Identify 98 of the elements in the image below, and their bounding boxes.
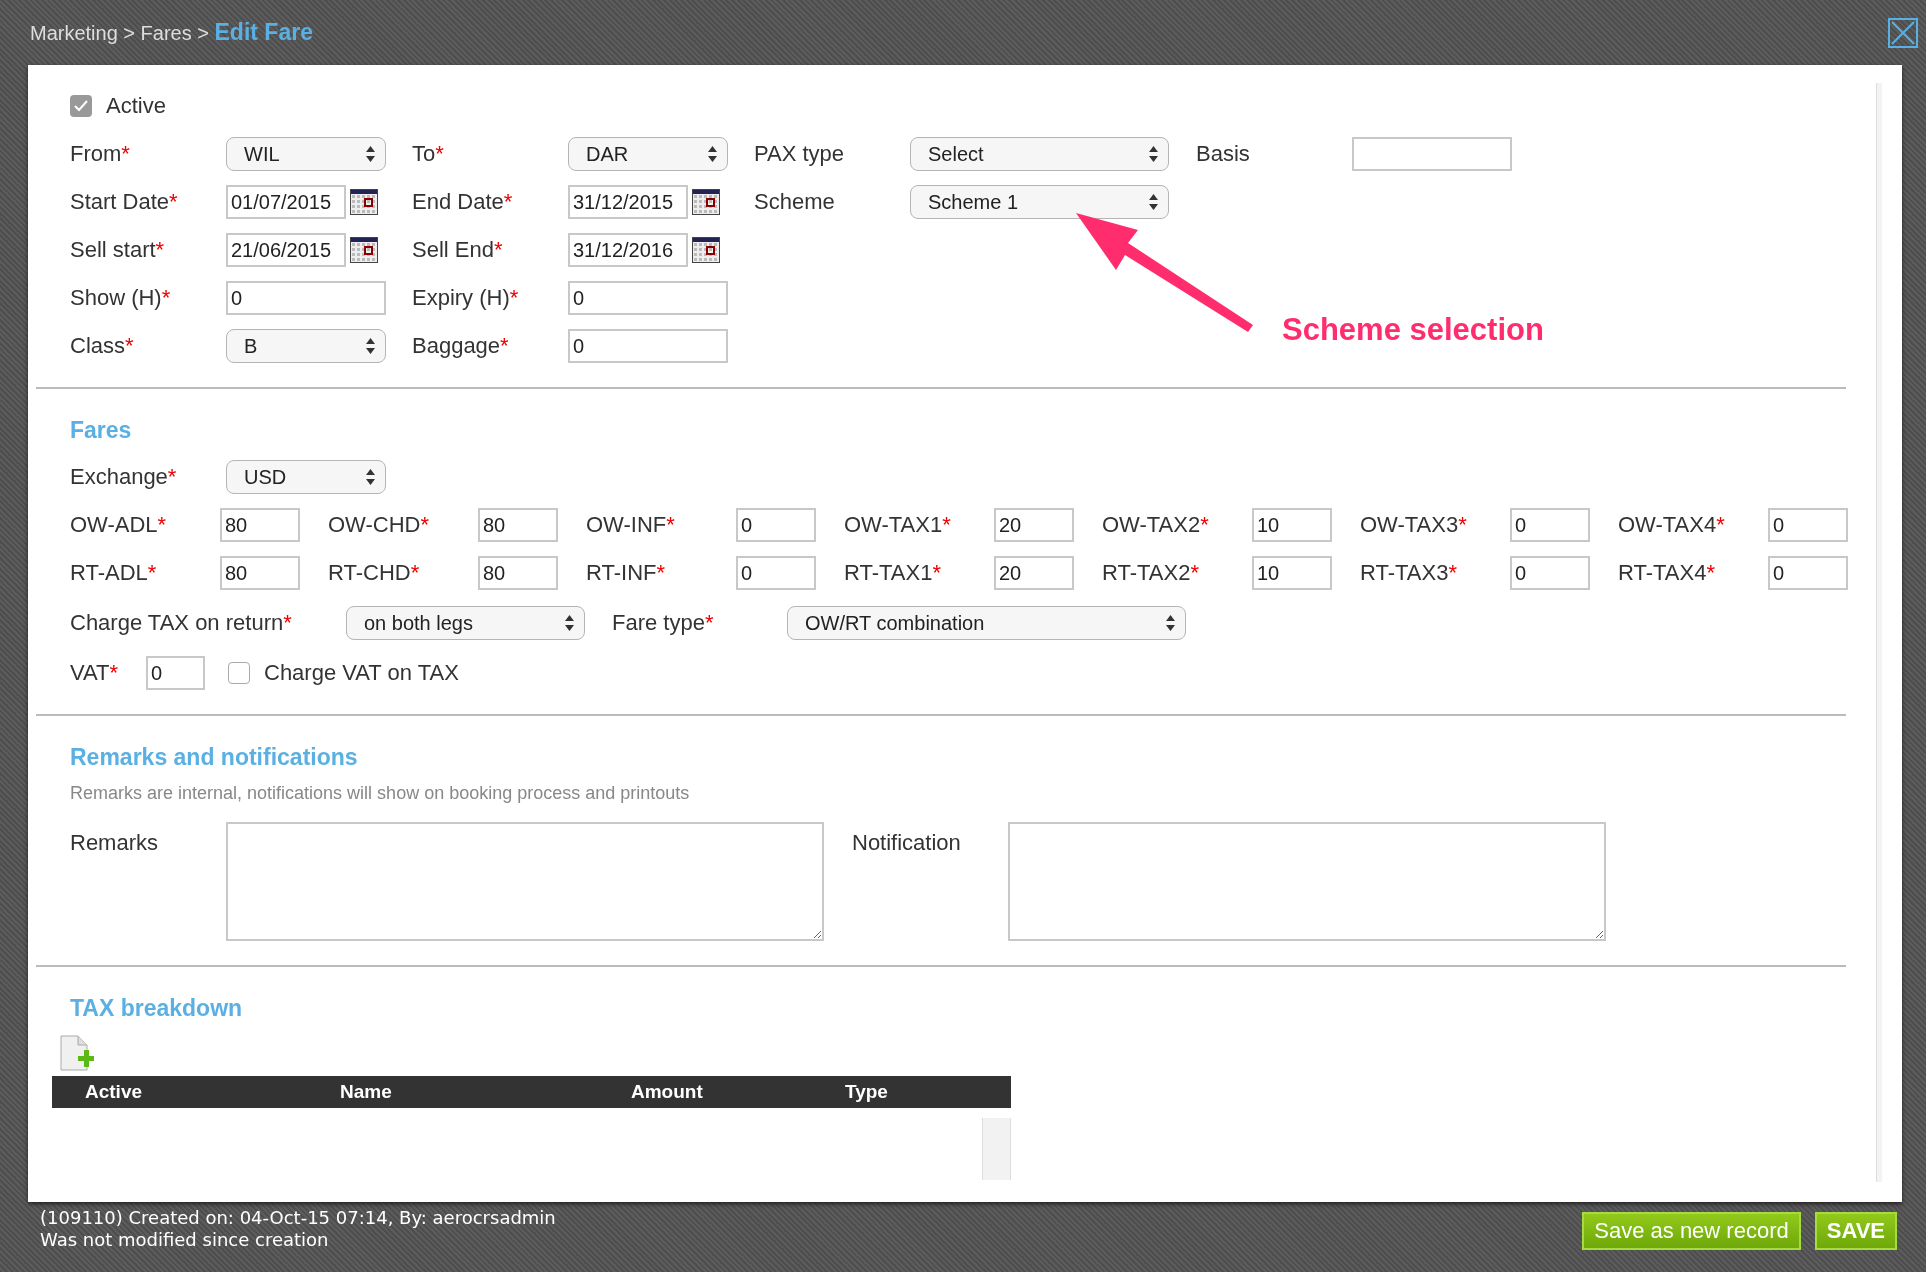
field-label: To*: [412, 141, 445, 167]
field-label: Sell start*: [70, 237, 166, 263]
select-field[interactable]: B: [226, 329, 386, 363]
text-field[interactable]: 0: [568, 329, 728, 363]
select-arrows-icon: [1166, 615, 1175, 631]
field-label: Exchange*: [70, 464, 177, 489]
select-field[interactable]: on both legs: [346, 606, 585, 640]
select-arrows-icon: [366, 146, 375, 162]
field-label: OW-TAX4*: [1618, 512, 1726, 538]
field-label: OW-TAX3*: [1360, 512, 1468, 538]
field-label: OW-TAX2*: [1102, 512, 1210, 538]
calendar-icon[interactable]: [350, 237, 378, 263]
field-label: OW-TAX1*: [844, 512, 952, 538]
section-heading: Fares: [70, 417, 133, 444]
field-label: OW-ADL*: [70, 512, 168, 538]
date-field[interactable]: 01/07/2015: [226, 185, 346, 219]
column-header: Amount: [630, 1081, 704, 1103]
column-header: Active: [84, 1081, 144, 1103]
text-field[interactable]: 0: [1768, 508, 1848, 542]
field-label: Notification: [852, 830, 962, 856]
record-info: Was not modified since creation: [40, 1229, 330, 1251]
field-label: RT-TAX2*: [1102, 560, 1200, 586]
field-label: RT-INF*: [586, 560, 667, 586]
field-label: From*: [70, 141, 131, 167]
section-description: Remarks are internal, notifications will show on booking process and printouts: [70, 783, 691, 804]
checkbox-label: Active: [106, 93, 166, 119]
field-label: RT-TAX3*: [1360, 560, 1458, 586]
select-arrows-icon: [1149, 194, 1158, 210]
text-field[interactable]: 0: [1510, 556, 1590, 590]
field-label: Start Date*: [70, 189, 179, 215]
text-field[interactable]: 0: [146, 656, 205, 690]
field-label: Expiry (H)*: [412, 285, 520, 311]
select-arrows-icon: [366, 338, 375, 354]
remarks-field[interactable]: [226, 822, 824, 941]
field-label: PAX type: [754, 141, 846, 167]
field-label: RT-TAX4*: [1618, 560, 1716, 586]
column-header: Type: [844, 1081, 889, 1103]
record-info: (109110) Created on: 04-Oct-15 07:14, By: aerocrsadmin: [40, 1207, 556, 1229]
checkbox[interactable]: [70, 95, 92, 117]
select-arrows-icon: [565, 615, 574, 631]
calendar-icon[interactable]: [692, 237, 720, 263]
text-field[interactable]: 10: [1252, 508, 1332, 542]
annotation-text: Scheme selection: [1282, 312, 1544, 348]
text-field[interactable]: 10: [1252, 556, 1332, 590]
calendar-icon[interactable]: [350, 189, 378, 215]
select-arrows-icon: [366, 469, 375, 485]
text-field[interactable]: 20: [994, 556, 1074, 590]
notification-field[interactable]: [1008, 822, 1606, 941]
select-arrows-icon: [1149, 146, 1158, 162]
field-label: OW-CHD*: [328, 512, 431, 538]
field-label: Scheme: [754, 189, 836, 215]
field-label: Charge TAX on return*: [70, 610, 292, 635]
text-field[interactable]: 0: [736, 508, 816, 542]
text-field[interactable]: 80: [478, 556, 558, 590]
select-arrows-icon: [708, 146, 717, 162]
field-label: OW-INF*: [586, 512, 676, 538]
field-label: Fare type*: [612, 610, 714, 635]
select-field[interactable]: USD: [226, 460, 386, 494]
breadcrumb: Marketing > Fares > Edit Fare: [30, 19, 313, 46]
text-field[interactable]: 0: [1768, 556, 1848, 590]
field-label: Remarks: [70, 830, 159, 856]
section-heading: Remarks and notifications: [70, 744, 359, 771]
text-field[interactable]: 20: [994, 508, 1074, 542]
field-label: Sell End*: [412, 237, 504, 263]
text-field[interactable]: 80: [220, 508, 300, 542]
text-field[interactable]: 0: [736, 556, 816, 590]
text-field[interactable]: 0: [568, 281, 728, 315]
date-field[interactable]: 21/06/2015: [226, 233, 346, 267]
column-header: Name: [339, 1081, 393, 1103]
date-field[interactable]: 31/12/2015: [568, 185, 688, 219]
select-field[interactable]: WIL: [226, 137, 386, 171]
table-scrollbar[interactable]: [982, 1118, 1011, 1180]
field-label: Show (H)*: [70, 285, 172, 311]
text-field[interactable]: 80: [220, 556, 300, 590]
field-label: VAT*: [70, 660, 119, 685]
field-label: RT-ADL*: [70, 560, 158, 586]
text-field[interactable]: 80: [478, 508, 558, 542]
checkbox[interactable]: [228, 662, 250, 684]
calendar-icon[interactable]: [692, 189, 720, 215]
text-field[interactable]: [1352, 137, 1512, 171]
field-label: RT-TAX1*: [844, 560, 942, 586]
field-label: Basis: [1196, 141, 1251, 167]
field-label: Class*: [70, 333, 135, 359]
check-icon: [73, 99, 89, 113]
field-label: End Date*: [412, 189, 514, 215]
text-field[interactable]: 0: [226, 281, 386, 315]
date-field[interactable]: 31/12/2016: [568, 233, 688, 267]
checkbox-label: Charge VAT on TAX: [264, 660, 459, 686]
select-field[interactable]: Scheme 1: [910, 185, 1169, 219]
select-field[interactable]: Select: [910, 137, 1169, 171]
close-icon[interactable]: [1888, 17, 1918, 48]
select-field[interactable]: OW/RT combination: [787, 606, 1186, 640]
text-field[interactable]: 0: [1510, 508, 1590, 542]
field-label: RT-CHD*: [328, 560, 421, 586]
section-heading: TAX breakdown: [70, 995, 244, 1022]
select-field[interactable]: DAR: [568, 137, 728, 171]
field-label: Baggage*: [412, 333, 510, 359]
add-document-icon[interactable]: [58, 1034, 94, 1074]
